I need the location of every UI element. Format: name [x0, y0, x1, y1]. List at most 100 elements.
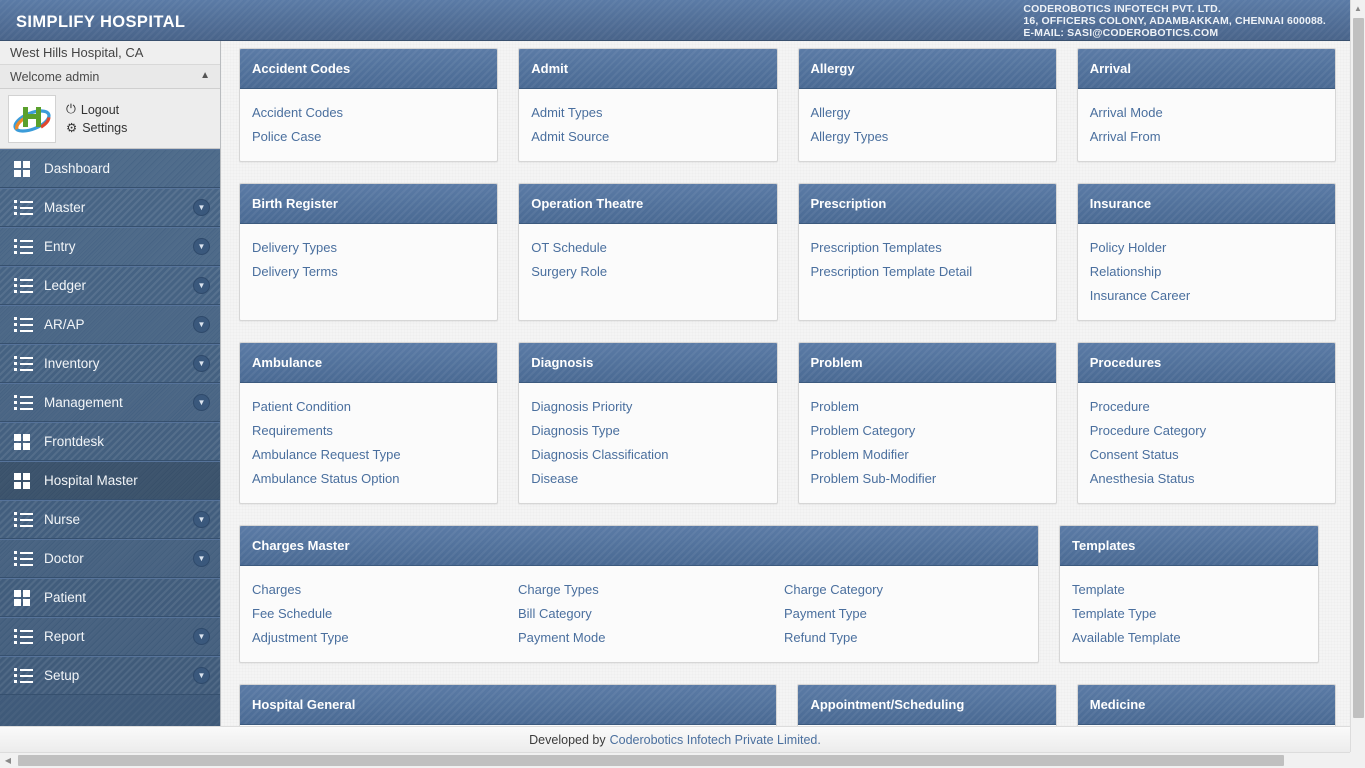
panel-column: Patient ConditionRequirementsAmbulance R…: [240, 395, 497, 491]
sidebar-item-hospital-master[interactable]: Hospital Master: [0, 461, 220, 500]
panel-link[interactable]: Payment Mode: [506, 626, 772, 650]
chevron-down-icon[interactable]: ▼: [193, 316, 210, 333]
panel-link[interactable]: Procedure: [1078, 395, 1335, 419]
panel-link[interactable]: Policy Holder: [1078, 236, 1335, 260]
sidebar-item-frontdesk[interactable]: Frontdesk: [0, 422, 220, 461]
panel-columns: TemplateTemplate TypeAvailable Template: [1060, 578, 1318, 650]
sidebar-item-ledger[interactable]: Ledger▼: [0, 266, 220, 305]
panel-link[interactable]: Diagnosis Priority: [519, 395, 776, 419]
sidebar-item-patient[interactable]: Patient: [0, 578, 220, 617]
grid-icon: [14, 590, 34, 606]
panel-link[interactable]: Relationship: [1078, 260, 1335, 284]
panel-insurance: InsurancePolicy HolderRelationshipInsura…: [1077, 183, 1336, 321]
panel-link[interactable]: Charges: [240, 578, 506, 602]
vertical-scrollbar[interactable]: ▲: [1350, 0, 1365, 752]
panel-link[interactable]: OT Schedule: [519, 236, 776, 260]
logout-button[interactable]: ⏻ Logout: [66, 102, 127, 117]
chevron-down-icon[interactable]: ▼: [193, 199, 210, 216]
panel-link[interactable]: Template Type: [1060, 602, 1318, 626]
scroll-up-arrow-icon[interactable]: ▲: [1351, 0, 1365, 16]
panel-body: OT ScheduleSurgery Role: [519, 224, 776, 296]
panel-problem: ProblemProblemProblem CategoryProblem Mo…: [798, 342, 1057, 504]
panel-link[interactable]: Surgery Role: [519, 260, 776, 284]
panel-link[interactable]: Police Case: [240, 125, 497, 149]
chevron-down-icon[interactable]: ▼: [193, 238, 210, 255]
panel-link[interactable]: Admit Types: [519, 101, 776, 125]
panel-link[interactable]: Arrival Mode: [1078, 101, 1335, 125]
panel-link[interactable]: Problem Category: [799, 419, 1056, 443]
panel-appointment-scheduling: Appointment/SchedulingAppointment Status…: [797, 684, 1056, 726]
panel-column: Prescription TemplatesPrescription Templ…: [799, 236, 1056, 284]
sidebar-item-doctor[interactable]: Doctor▼: [0, 539, 220, 578]
panel-link[interactable]: Payment Type: [772, 602, 1038, 626]
footer-company-link[interactable]: Coderobotics Infotech Private Limited.: [610, 733, 821, 747]
panel-link[interactable]: Anesthesia Status: [1078, 467, 1335, 491]
panel-link[interactable]: Ambulance Request Type: [240, 443, 497, 467]
sidebar-item-label: Doctor: [44, 551, 193, 566]
panel-link[interactable]: Arrival From: [1078, 125, 1335, 149]
panel-body: Diagnosis PriorityDiagnosis TypeDiagnosi…: [519, 383, 776, 503]
chevron-down-icon[interactable]: ▼: [193, 511, 210, 528]
sidebar-item-label: Hospital Master: [44, 473, 210, 488]
scroll-left-arrow-icon[interactable]: ◀: [0, 753, 16, 768]
panel-link[interactable]: Disease: [519, 467, 776, 491]
panel-title: Birth Register: [240, 184, 497, 224]
panel-link[interactable]: Ambulance Status Option: [240, 467, 497, 491]
panel-link[interactable]: Problem: [799, 395, 1056, 419]
horizontal-scrollbar-thumb[interactable]: [18, 755, 1284, 766]
panel-link[interactable]: Allergy: [799, 101, 1056, 125]
panel-link[interactable]: Charge Types: [506, 578, 772, 602]
sidebar-item-report[interactable]: Report▼: [0, 617, 220, 656]
settings-button[interactable]: ⚙ Settings: [66, 120, 127, 135]
list-icon: [14, 200, 34, 215]
horizontal-scrollbar[interactable]: ◀: [0, 752, 1350, 767]
sidebar-item-inventory[interactable]: Inventory▼: [0, 344, 220, 383]
panel-link[interactable]: Accident Codes: [240, 101, 497, 125]
panel-link[interactable]: Procedure Category: [1078, 419, 1335, 443]
welcome-user-toggle[interactable]: Welcome admin ▲: [0, 65, 220, 89]
panel-link[interactable]: Diagnosis Classification: [519, 443, 776, 467]
chevron-down-icon[interactable]: ▼: [193, 550, 210, 567]
chevron-down-icon[interactable]: ▼: [193, 667, 210, 684]
panel-link[interactable]: Fee Schedule: [240, 602, 506, 626]
chevron-down-icon[interactable]: ▼: [193, 628, 210, 645]
panel-columns: OT ScheduleSurgery Role: [519, 236, 776, 284]
panel-link[interactable]: Requirements: [240, 419, 497, 443]
sidebar-item-nurse[interactable]: Nurse▼: [0, 500, 220, 539]
panel-link[interactable]: Delivery Types: [240, 236, 497, 260]
panel-link[interactable]: Bill Category: [506, 602, 772, 626]
panel-link[interactable]: Charge Category: [772, 578, 1038, 602]
panel-title: Diagnosis: [519, 343, 776, 383]
panel-link[interactable]: Consent Status: [1078, 443, 1335, 467]
scrollbar-corner: [1350, 752, 1365, 767]
chevron-down-icon[interactable]: ▼: [193, 355, 210, 372]
sidebar-item-master[interactable]: Master▼: [0, 188, 220, 227]
panel-link[interactable]: Diagnosis Type: [519, 419, 776, 443]
panel-link[interactable]: Prescription Template Detail: [799, 260, 1056, 284]
vertical-scrollbar-thumb[interactable]: [1353, 18, 1364, 718]
panel-link[interactable]: Admit Source: [519, 125, 776, 149]
chevron-down-icon[interactable]: ▼: [193, 394, 210, 411]
panel-link[interactable]: Problem Modifier: [799, 443, 1056, 467]
chevron-down-icon[interactable]: ▼: [193, 277, 210, 294]
panel-link[interactable]: Adjustment Type: [240, 626, 506, 650]
sidebar-item-setup[interactable]: Setup▼: [0, 656, 220, 695]
panel-body: Patient ConditionRequirementsAmbulance R…: [240, 383, 497, 503]
panel-link[interactable]: Available Template: [1060, 626, 1318, 650]
panel-link[interactable]: Patient Condition: [240, 395, 497, 419]
sidebar-item-entry[interactable]: Entry▼: [0, 227, 220, 266]
panel-link[interactable]: Delivery Terms: [240, 260, 497, 284]
panel-link[interactable]: Allergy Types: [799, 125, 1056, 149]
panel-link[interactable]: Insurance Career: [1078, 284, 1335, 308]
panel-link[interactable]: Refund Type: [772, 626, 1038, 650]
sidebar-item-dashboard[interactable]: Dashboard: [0, 149, 220, 188]
panel-link[interactable]: Problem Sub-Modifier: [799, 467, 1056, 491]
sidebar-item-ar-ap[interactable]: AR/AP▼: [0, 305, 220, 344]
panel-link[interactable]: Prescription Templates: [799, 236, 1056, 260]
sidebar-item-management[interactable]: Management▼: [0, 383, 220, 422]
panel-link[interactable]: Template: [1060, 578, 1318, 602]
panel-body: Accident CodesPolice Case: [240, 89, 497, 161]
sidebar-nav: DashboardMaster▼Entry▼Ledger▼AR/AP▼Inven…: [0, 149, 220, 695]
list-icon: [14, 629, 34, 644]
panel-birth-register: Birth Register Delivery TypesDelivery Ter…: [239, 183, 498, 321]
